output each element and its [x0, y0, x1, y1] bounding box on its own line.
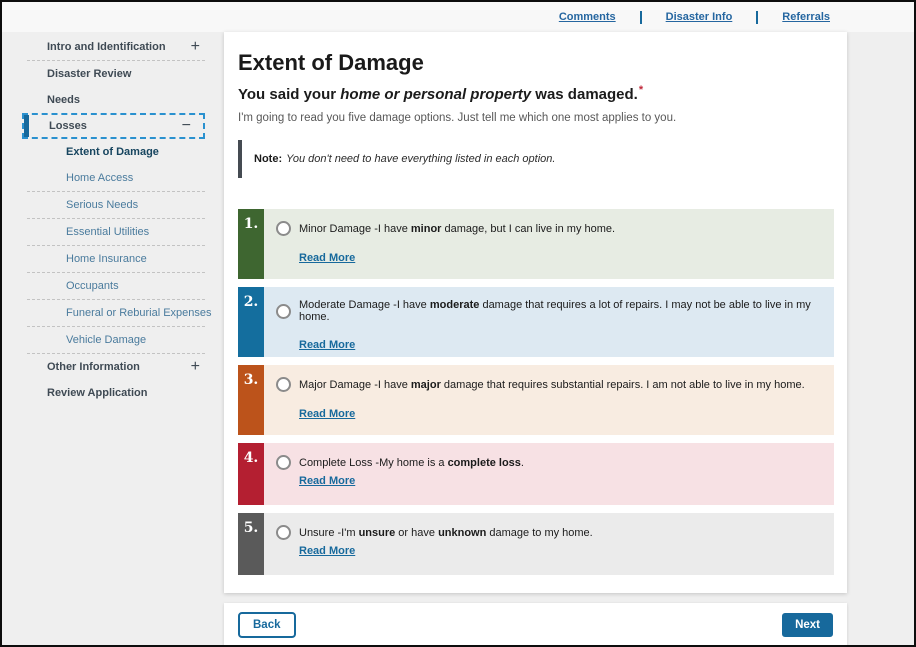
option-radio-button[interactable]	[276, 455, 291, 470]
note-text: You don't need to have everything listed…	[286, 153, 555, 165]
option-label: Minor Damage -I have minor damage, but I…	[299, 223, 615, 235]
top-link-separator	[640, 11, 642, 24]
sidebar-subitem[interactable]: Extent of Damage	[2, 139, 224, 165]
damage-options-list: 1. Minor Damage -I have minor damage, bu…	[238, 209, 833, 575]
sidebar-item[interactable]: Intro and Identification +	[2, 34, 224, 60]
question-prefix: You said your	[238, 86, 340, 103]
sidebar-nav: Intro and Identification + Disaster Revi…	[2, 32, 224, 645]
sidebar-item-label: Disaster Review	[47, 68, 200, 80]
sidebar-subitem-label: Essential Utilities	[66, 226, 149, 238]
sidebar-subitem-label: Home Insurance	[66, 253, 147, 265]
option-number-badge: 3.	[238, 365, 264, 435]
back-button[interactable]: Back	[238, 612, 296, 638]
option-body: Unsure -I'm unsure or have unknown damag…	[264, 513, 834, 575]
sidebar-subitem[interactable]: Home Access	[2, 165, 224, 191]
active-section-accent-bar	[24, 115, 29, 137]
read-more-link[interactable]: Read More	[299, 408, 355, 420]
damage-option-row: 2. Moderate Damage -I have moderate dama…	[238, 287, 834, 357]
sidebar-subitem-label: Serious Needs	[66, 199, 138, 211]
option-label: Complete Loss -My home is a complete los…	[299, 457, 524, 469]
sidebar-item-label: Losses	[49, 120, 182, 132]
option-body: Moderate Damage -I have moderate damage …	[264, 287, 834, 357]
sidebar-item-label: Intro and Identification	[47, 41, 191, 53]
sidebar-subitem[interactable]: Funeral or Reburial Expenses	[2, 300, 224, 326]
option-number-badge: 4.	[238, 443, 264, 505]
question-italic: home or personal property	[340, 86, 531, 103]
page-title: Extent of Damage	[238, 50, 833, 76]
option-radio-button[interactable]	[276, 377, 291, 392]
option-radio-button[interactable]	[276, 525, 291, 540]
read-more-link[interactable]: Read More	[299, 545, 355, 557]
footer-bar: Back Next	[224, 603, 847, 647]
sidebar-item-label: Needs	[47, 94, 200, 106]
option-label: Major Damage -I have major damage that r…	[299, 379, 805, 391]
next-button[interactable]: Next	[782, 613, 833, 637]
damage-option-row: 5. Unsure -I'm unsure or have unknown da…	[238, 513, 834, 575]
option-number-badge: 2.	[238, 287, 264, 357]
top-link-referrals[interactable]: Referrals	[782, 11, 830, 23]
expand-icon[interactable]: +	[191, 359, 200, 375]
read-more-link[interactable]: Read More	[299, 475, 355, 487]
note-label: Note:	[254, 153, 282, 165]
sidebar-subitem-label: Extent of Damage	[66, 146, 159, 158]
note-box: Note: You don't need to have everything l…	[238, 140, 833, 178]
sidebar-item-label: Review Application	[47, 387, 200, 399]
damage-option-row: 3. Major Damage -I have major damage tha…	[238, 365, 834, 435]
sidebar-subitem[interactable]: Occupants	[2, 273, 224, 299]
sidebar-item-label: Other Information	[47, 361, 191, 373]
sidebar-subitem-label: Vehicle Damage	[66, 334, 146, 346]
option-number-badge: 5.	[238, 513, 264, 575]
top-link-separator	[756, 11, 758, 24]
sidebar-subitem-label: Funeral or Reburial Expenses	[66, 307, 212, 319]
sidebar-item[interactable]: Other Information +	[2, 354, 224, 380]
read-more-link[interactable]: Read More	[299, 339, 355, 351]
sidebar-subitem[interactable]: Serious Needs	[2, 192, 224, 218]
instruction-text: I'm going to read you five damage option…	[238, 112, 833, 124]
expand-icon[interactable]: +	[191, 39, 200, 55]
option-body: Complete Loss -My home is a complete los…	[264, 443, 834, 505]
option-radio-button[interactable]	[276, 304, 291, 319]
option-number-badge: 1.	[238, 209, 264, 279]
read-more-link[interactable]: Read More	[299, 252, 355, 264]
option-body: Minor Damage -I have minor damage, but I…	[264, 209, 834, 279]
question-text: You said your home or personal property …	[238, 84, 833, 103]
sidebar-item[interactable]: Review Application	[2, 380, 224, 406]
sidebar-item[interactable]: Disaster Review	[2, 61, 224, 87]
required-asterisk: *	[639, 84, 643, 96]
damage-option-row: 1. Minor Damage -I have minor damage, bu…	[238, 209, 834, 279]
app-window: Comments Disaster Info Referrals Intro a…	[0, 0, 916, 647]
top-link-comments[interactable]: Comments	[559, 11, 616, 23]
sidebar-item-active-section[interactable]: Losses −	[22, 113, 205, 139]
option-body: Major Damage -I have major damage that r…	[264, 365, 834, 435]
damage-option-row: 4. Complete Loss -My home is a complete …	[238, 443, 834, 505]
sidebar-subitem-label: Occupants	[66, 280, 119, 292]
sidebar-subitem[interactable]: Essential Utilities	[2, 219, 224, 245]
sidebar-subitem[interactable]: Home Insurance	[2, 246, 224, 272]
option-label: Unsure -I'm unsure or have unknown damag…	[299, 527, 593, 539]
collapse-icon[interactable]: −	[182, 118, 191, 134]
option-label: Moderate Damage -I have moderate damage …	[299, 299, 822, 323]
option-radio-button[interactable]	[276, 221, 291, 236]
sidebar-item[interactable]: Needs	[2, 87, 224, 113]
sidebar-subitem[interactable]: Vehicle Damage	[2, 327, 224, 353]
main-content: Extent of Damage You said your home or p…	[224, 32, 847, 593]
top-bar: Comments Disaster Info Referrals	[2, 2, 914, 32]
top-link-disaster-info[interactable]: Disaster Info	[666, 11, 733, 23]
sidebar-subitem-label: Home Access	[66, 172, 133, 184]
question-suffix: was damaged.	[531, 86, 638, 103]
